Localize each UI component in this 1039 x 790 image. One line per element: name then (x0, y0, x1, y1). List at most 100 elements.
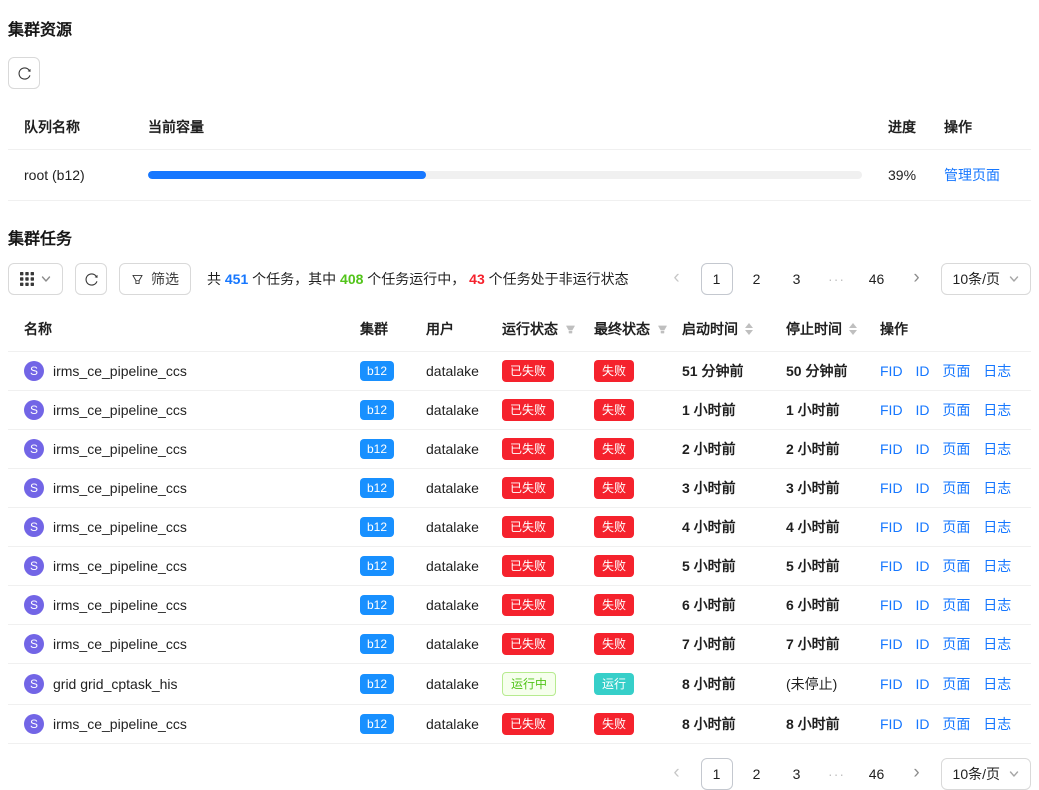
column-label: 启动时间 (682, 319, 738, 339)
task-user: datalake (418, 352, 494, 391)
fid-link[interactable]: FID (880, 480, 903, 496)
sort-icon[interactable] (745, 323, 753, 335)
cluster-badge: b12 (360, 439, 394, 459)
log-link[interactable]: 日志 (983, 480, 1011, 496)
fid-link[interactable]: FID (880, 597, 903, 613)
page-link[interactable]: 页面 (942, 480, 970, 496)
chevron-down-icon (41, 274, 51, 284)
filter-icon (131, 273, 144, 286)
cluster-badge: b12 (360, 478, 394, 498)
table-row: S irms_ce_pipeline_ccs b12 datalake 已失败 … (8, 547, 1031, 586)
page-2-button[interactable]: 2 (741, 758, 773, 790)
page-1-button[interactable]: 1 (701, 263, 733, 295)
run-status-badge: 运行中 (502, 672, 556, 696)
filter-button[interactable]: 筛选 (119, 263, 191, 295)
start-time: 2 小时前 (674, 430, 778, 469)
log-link[interactable]: 日志 (983, 402, 1011, 418)
stop-time: 50 分钟前 (778, 352, 872, 391)
manage-page-link[interactable]: 管理页面 (944, 167, 1000, 183)
run-status-badge: 已失败 (502, 399, 554, 421)
refresh-resources-button[interactable] (8, 57, 40, 89)
start-time: 6 小时前 (674, 586, 778, 625)
fid-link[interactable]: FID (880, 363, 903, 379)
log-link[interactable]: 日志 (983, 636, 1011, 652)
task-name: irms_ce_pipeline_ccs (53, 716, 187, 732)
page-jump-ellipsis[interactable]: ··· (821, 758, 853, 790)
refresh-tasks-button[interactable] (75, 263, 107, 295)
page-link[interactable]: 页面 (942, 716, 970, 732)
page-size-value: 10条/页 (953, 764, 1000, 784)
col-cluster: 集群 (352, 307, 418, 352)
page-3-button[interactable]: 3 (781, 263, 813, 295)
task-user: datalake (418, 705, 494, 744)
page-link[interactable]: 页面 (942, 558, 970, 574)
page-link[interactable]: 页面 (942, 441, 970, 457)
sort-icon[interactable] (849, 323, 857, 335)
page-46-button[interactable]: 46 (861, 263, 893, 295)
table-row: S irms_ce_pipeline_ccs b12 datalake 已失败 … (8, 352, 1031, 391)
final-status-badge: 运行 (594, 673, 634, 695)
id-link[interactable]: ID (915, 402, 929, 418)
progress-percent: 39% (880, 150, 936, 201)
id-link[interactable]: ID (915, 597, 929, 613)
id-link[interactable]: ID (915, 441, 929, 457)
summary-text: 个任务处于非运行状态 (485, 271, 629, 287)
page-jump-ellipsis[interactable]: ··· (821, 263, 853, 295)
col-run-status: 运行状态 (494, 307, 586, 352)
spark-avatar-icon: S (24, 674, 44, 694)
page-link[interactable]: 页面 (942, 519, 970, 535)
log-link[interactable]: 日志 (983, 363, 1011, 379)
fid-link[interactable]: FID (880, 441, 903, 457)
page-3-button[interactable]: 3 (781, 758, 813, 790)
id-link[interactable]: ID (915, 480, 929, 496)
col-stop-time[interactable]: 停止时间 (778, 307, 872, 352)
id-link[interactable]: ID (915, 716, 929, 732)
task-count-summary: 共 451 个任务，其中 408 个任务运行中， 43 个任务处于非运行状态 (207, 269, 629, 289)
next-page-button[interactable]: › (901, 263, 933, 295)
task-user: datalake (418, 586, 494, 625)
log-link[interactable]: 日志 (983, 676, 1011, 692)
next-page-button[interactable]: › (901, 758, 933, 790)
fid-link[interactable]: FID (880, 716, 903, 732)
col-start-time[interactable]: 启动时间 (674, 307, 778, 352)
filter-funnel-icon[interactable] (657, 324, 668, 335)
task-name: irms_ce_pipeline_ccs (53, 363, 187, 379)
page-46-button[interactable]: 46 (861, 758, 893, 790)
page-link[interactable]: 页面 (942, 402, 970, 418)
id-link[interactable]: ID (915, 363, 929, 379)
fid-link[interactable]: FID (880, 558, 903, 574)
fid-link[interactable]: FID (880, 636, 903, 652)
fid-link[interactable]: FID (880, 519, 903, 535)
col-name: 名称 (8, 307, 352, 352)
prev-page-button[interactable]: ‹ (661, 263, 693, 295)
page-link[interactable]: 页面 (942, 363, 970, 379)
id-link[interactable]: ID (915, 636, 929, 652)
id-link[interactable]: ID (915, 676, 929, 692)
log-link[interactable]: 日志 (983, 597, 1011, 613)
page-link[interactable]: 页面 (942, 636, 970, 652)
task-name: irms_ce_pipeline_ccs (53, 636, 187, 652)
fid-link[interactable]: FID (880, 402, 903, 418)
page-1-button[interactable]: 1 (701, 758, 733, 790)
prev-page-button[interactable]: ‹ (661, 758, 693, 790)
page-link[interactable]: 页面 (942, 597, 970, 613)
final-status-badge: 失败 (594, 360, 634, 382)
run-status-badge: 已失败 (502, 633, 554, 655)
table-row: S irms_ce_pipeline_ccs b12 datalake 已失败 … (8, 508, 1031, 547)
spark-avatar-icon: S (24, 595, 44, 615)
filter-funnel-icon[interactable] (565, 324, 576, 335)
fid-link[interactable]: FID (880, 676, 903, 692)
cluster-resources-section: 集群资源 队列名称 当前容量 进度 操作 root (b12) (8, 16, 1031, 201)
page-2-button[interactable]: 2 (741, 263, 773, 295)
log-link[interactable]: 日志 (983, 441, 1011, 457)
id-link[interactable]: ID (915, 558, 929, 574)
page-size-select[interactable]: 10条/页 (941, 263, 1031, 295)
id-link[interactable]: ID (915, 519, 929, 535)
page-link[interactable]: 页面 (942, 676, 970, 692)
log-link[interactable]: 日志 (983, 519, 1011, 535)
log-link[interactable]: 日志 (983, 558, 1011, 574)
page-size-select[interactable]: 10条/页 (941, 758, 1031, 790)
tasks-title: 集群任务 (8, 225, 1031, 249)
column-layout-button[interactable] (8, 263, 63, 295)
log-link[interactable]: 日志 (983, 716, 1011, 732)
